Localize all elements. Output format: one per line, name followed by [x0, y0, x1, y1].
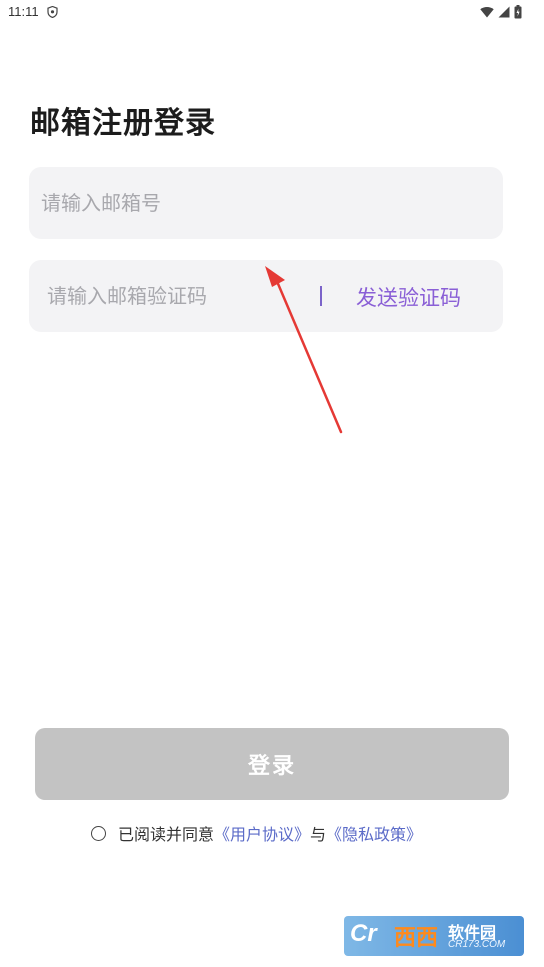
- agree-radio[interactable]: [91, 825, 106, 841]
- watermark-brand: 西西: [394, 926, 439, 951]
- user-agreement-link[interactable]: 《用户协议》: [214, 821, 310, 845]
- verification-code-input[interactable]: [47, 260, 302, 332]
- privacy-policy-link[interactable]: 《隐私政策》: [326, 821, 422, 845]
- status-time: 11:11: [8, 4, 39, 19]
- email-field-container: [29, 167, 503, 239]
- cell-signal-icon: [498, 6, 510, 18]
- status-bar: 11:11: [0, 0, 544, 24]
- battery-icon: [514, 5, 522, 19]
- watermark-cr: Cr: [350, 920, 377, 947]
- agreement-row: 已阅读并同意 《用户协议》 与 《隐私政策》: [91, 821, 422, 845]
- wifi-icon: [480, 6, 494, 18]
- send-code-button[interactable]: 发送验证码: [356, 282, 461, 312]
- watermark-logo: Cr 西西 软件园 CR173.COM: [344, 916, 524, 956]
- field-divider: [320, 286, 322, 306]
- agreement-prefix: 已阅读并同意: [118, 825, 215, 844]
- email-input[interactable]: [41, 167, 481, 239]
- page-title: 邮箱注册登录: [30, 106, 216, 141]
- shield-icon: [47, 6, 58, 18]
- login-button[interactable]: 登录: [35, 728, 509, 800]
- code-field-container: 发送验证码: [29, 260, 503, 332]
- agreement-conjunction: 与: [310, 825, 327, 844]
- status-icons: [480, 4, 522, 20]
- watermark-url: CR173.COM: [448, 939, 506, 950]
